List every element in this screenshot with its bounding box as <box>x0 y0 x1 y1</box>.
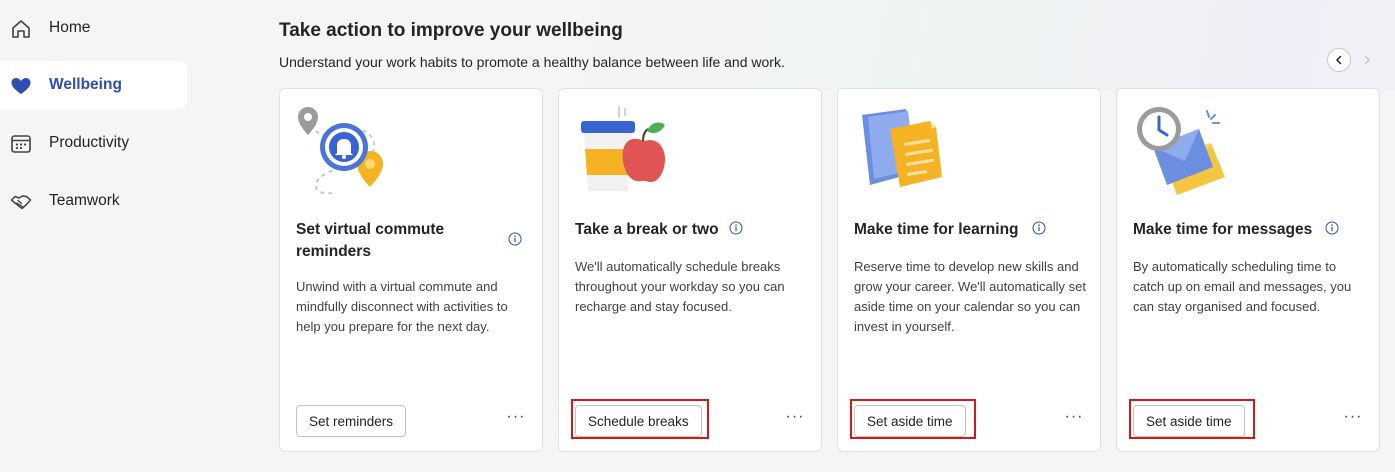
carousel-next-button[interactable] <box>1355 48 1379 72</box>
more-options-button[interactable]: ··· <box>783 407 807 431</box>
sidebar-item-productivity[interactable]: Productivity <box>0 119 187 167</box>
card-virtual-commute: Set virtual commute reminders Unwind wit… <box>279 88 543 452</box>
card-description: Reserve time to develop new skills and g… <box>854 259 1087 334</box>
calendar-icon <box>11 135 31 153</box>
schedule-breaks-button[interactable]: Schedule breaks <box>575 405 702 437</box>
info-icon[interactable] <box>508 232 522 246</box>
home-icon <box>12 20 30 38</box>
sidebar-item-wellbeing[interactable]: Wellbeing <box>0 61 187 109</box>
books-icon <box>862 109 942 187</box>
info-icon[interactable] <box>1032 221 1046 235</box>
chevron-right-icon <box>1364 55 1370 65</box>
card-description: By automatically scheduling time to catc… <box>1133 259 1352 314</box>
sidebar-item-teamwork[interactable]: Teamwork <box>0 177 187 225</box>
sidebar-item-label: Home <box>49 19 91 36</box>
card-title: Make time for messages <box>1133 221 1313 238</box>
sidebar: Home Wellbeing Productivity Teamwork <box>0 0 205 472</box>
set-aside-time-messages-button[interactable]: Set aside time <box>1133 405 1245 437</box>
sidebar-item-home[interactable]: Home <box>0 4 187 52</box>
handshake-icon <box>10 195 32 210</box>
more-options-button[interactable]: ··· <box>1341 407 1365 431</box>
set-aside-time-learning-button[interactable]: Set aside time <box>854 405 966 437</box>
main-content: Take action to improve your wellbeing Un… <box>205 0 1395 472</box>
card-title: Take a break or two <box>575 221 719 238</box>
card-make-time-learning: Make time for learning Reserve time to d… <box>837 88 1101 452</box>
page-title: Take action to improve your wellbeing <box>279 20 623 41</box>
card-make-time-messages: Make time for messages By automatically … <box>1116 88 1380 452</box>
card-take-a-break: Take a break or two We'll automatically … <box>558 88 822 452</box>
card-description: Unwind with a virtual commute and mindfu… <box>296 279 508 334</box>
clock-mail-icon <box>1137 107 1225 195</box>
sidebar-item-label: Wellbeing <box>49 76 122 93</box>
commute-reminder-icon <box>298 107 383 195</box>
sidebar-item-label: Productivity <box>49 134 130 151</box>
more-options-button[interactable]: ··· <box>1062 407 1086 431</box>
info-icon[interactable] <box>729 221 743 235</box>
more-options-button[interactable]: ··· <box>504 407 528 431</box>
heart-icon <box>11 78 31 94</box>
chevron-left-icon <box>1336 55 1342 65</box>
card-title: Set virtual commute reminders <box>296 221 445 260</box>
card-description: We'll automatically schedule breaks thro… <box>575 259 785 314</box>
card-title: Make time for learning <box>854 221 1019 238</box>
carousel-previous-button[interactable] <box>1327 48 1351 72</box>
sidebar-item-label: Teamwork <box>49 192 120 209</box>
info-icon[interactable] <box>1325 221 1339 235</box>
page-subtitle: Understand your work habits to promote a… <box>279 54 785 70</box>
set-reminders-button[interactable]: Set reminders <box>296 405 407 437</box>
coffee-apple-icon <box>581 106 665 191</box>
